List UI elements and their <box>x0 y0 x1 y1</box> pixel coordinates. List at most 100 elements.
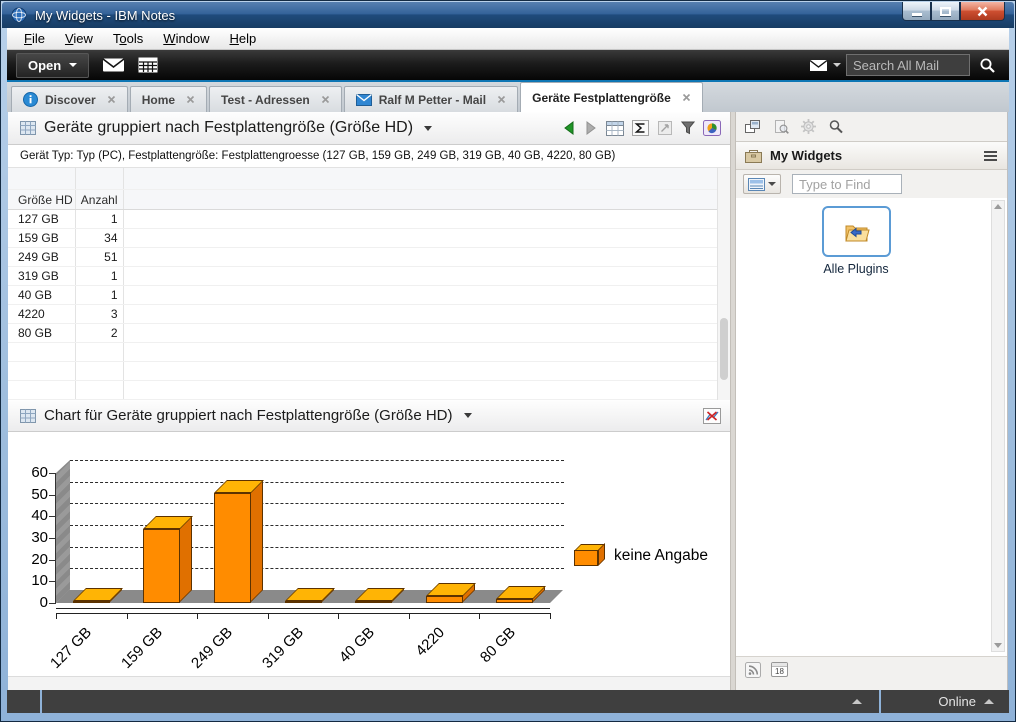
x-category-label: 80 GB <box>476 624 519 667</box>
table-filler-row <box>8 380 730 400</box>
x-category-label: 40 GB <box>335 624 378 667</box>
x-category-label: 249 GB <box>188 624 237 672</box>
tab-geräte-festplattengröße[interactable]: Geräte Festplattengröße <box>520 82 703 112</box>
tab-home[interactable]: Home <box>129 86 208 112</box>
tab-close-icon[interactable] <box>186 95 195 104</box>
results-table[interactable]: Größe HD Anzahl 127 GB 1 159 GB 34 249 GB 51 319… <box>8 168 730 400</box>
search-all-mail-input[interactable] <box>846 54 970 76</box>
new-mail-button[interactable] <box>102 57 125 73</box>
minimize-button[interactable] <box>902 2 931 21</box>
titlebar[interactable]: My Widgets - IBM Notes <box>2 2 1014 28</box>
filter-icon[interactable] <box>681 121 695 135</box>
advanced-search-icon[interactable] <box>828 119 844 135</box>
tab-ralf-m-petter-mail[interactable]: Ralf M Petter - Mail <box>343 86 519 112</box>
panel-menu-icon[interactable] <box>983 150 998 162</box>
sidebar-toolbar <box>736 112 1007 142</box>
table-row[interactable]: 127 GB 1 <box>8 209 730 229</box>
chart-view-icon[interactable] <box>703 120 721 136</box>
scroll-down-icon[interactable] <box>994 643 1002 648</box>
table-row[interactable]: 249 GB 51 <box>8 247 730 267</box>
search-scope-mail-icon[interactable] <box>809 59 828 72</box>
expand-status-icon[interactable] <box>852 699 862 704</box>
chart-settings-icon[interactable] <box>703 407 721 424</box>
table-row[interactable]: 40 GB 1 <box>8 285 730 305</box>
scroll-up-icon[interactable] <box>994 204 1002 209</box>
bar <box>213 493 251 603</box>
chart-dropdown-icon[interactable] <box>463 413 472 418</box>
view-dropdown-icon[interactable] <box>424 125 433 131</box>
x-tick-mark <box>126 613 128 619</box>
widget-alle-plugins[interactable] <box>822 206 891 257</box>
open-window-list-icon[interactable] <box>744 119 762 135</box>
tab-close-icon[interactable] <box>107 95 116 104</box>
widgets-panel-header: My Widgets <box>736 142 1007 170</box>
info-icon <box>23 92 38 107</box>
sum-icon[interactable] <box>632 120 649 136</box>
menu-bar: File View Tools Window Help <box>7 28 1009 50</box>
open-menu-button[interactable]: Open <box>16 52 90 78</box>
online-status-button[interactable]: Online <box>881 690 1009 713</box>
calendar-button[interactable] <box>138 57 158 73</box>
chevron-down-icon <box>69 63 78 67</box>
tab-label: Test - Adressen <box>221 92 310 107</box>
x-category-label: 4220 <box>412 624 449 660</box>
table-view-icon[interactable] <box>606 120 624 136</box>
table-vertical-scrollbar[interactable] <box>717 168 730 400</box>
x-category-label: 319 GB <box>259 624 308 672</box>
menu-view[interactable]: View <box>55 31 103 46</box>
back-icon[interactable] <box>562 121 576 135</box>
sidebar-scrollbar[interactable] <box>991 200 1005 652</box>
close-button[interactable] <box>960 2 1005 21</box>
calendar-day-badge: 18 <box>775 667 784 676</box>
x-tick-mark <box>267 613 269 619</box>
bar <box>284 601 322 603</box>
minimize-icon <box>911 13 922 16</box>
tab-close-icon[interactable] <box>497 95 506 104</box>
main-toolbar: Open <box>7 50 1009 82</box>
legend-label: keine Angabe <box>614 547 708 564</box>
view-title: Geräte gruppiert nach Festplattengröße (… <box>44 119 414 136</box>
table-header-row[interactable]: Größe HD Anzahl <box>8 189 730 210</box>
tab-test-adressen[interactable]: Test - Adressen <box>209 86 342 112</box>
bar <box>355 601 393 603</box>
forward-icon[interactable] <box>584 121 598 135</box>
table-row[interactable]: 4220 3 <box>8 304 730 324</box>
chart-section-header: Chart für Geräte gruppiert nach Festplat… <box>8 400 730 432</box>
search-icon[interactable] <box>979 57 996 74</box>
gridline <box>70 525 564 526</box>
tab-close-icon[interactable] <box>682 93 691 102</box>
scrollbar-thumb[interactable] <box>720 318 728 380</box>
y-tick-mark <box>49 581 56 583</box>
online-menu-icon <box>984 699 994 704</box>
pivot-icon <box>657 120 673 136</box>
tab-discover[interactable]: Discover <box>11 86 128 112</box>
maximize-button[interactable] <box>931 2 960 21</box>
horizontal-scrollbar[interactable] <box>8 676 730 690</box>
x-tick-mark <box>197 613 199 619</box>
table-row[interactable]: 80 GB 2 <box>8 323 730 343</box>
type-to-find-input[interactable] <box>792 174 902 194</box>
table-row[interactable]: 159 GB 34 <box>8 228 730 248</box>
status-message-area[interactable] <box>42 690 879 713</box>
widget-view-button[interactable] <box>743 174 781 194</box>
y-tick-label: 30 <box>31 529 48 546</box>
widgets-find-row <box>736 170 1007 198</box>
widgets-content: Alle Plugins <box>736 198 1007 656</box>
mini-calendar-icon[interactable]: 18 <box>771 662 788 677</box>
menu-file[interactable]: File <box>14 31 55 46</box>
window-tab-bar: Discover Home Test - Adressen Ralf M Petter… <box>7 82 1009 112</box>
menu-help[interactable]: Help <box>220 31 267 46</box>
menu-window[interactable]: Window <box>153 31 219 46</box>
tab-close-icon[interactable] <box>321 95 330 104</box>
search-scope-chevron-icon[interactable] <box>833 63 841 67</box>
sidebar-bottom-bar: 18 <box>736 656 1007 682</box>
chart-section-grid-icon <box>20 408 36 423</box>
menu-tools[interactable]: Tools <box>103 31 153 46</box>
table-row[interactable]: 319 GB 1 <box>8 266 730 286</box>
y-tick-label: 40 <box>31 507 48 525</box>
widget-label: Alle Plugins <box>823 262 889 276</box>
tab-label: Ralf M Petter - Mail <box>378 92 487 107</box>
y-tick-label: 0 <box>39 594 48 611</box>
maximize-icon <box>940 6 951 16</box>
feeds-icon[interactable] <box>745 661 761 678</box>
